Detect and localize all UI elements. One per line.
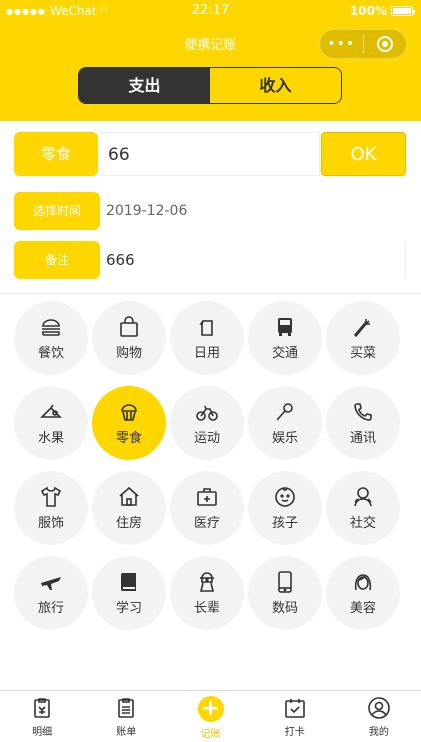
book-icon — [120, 573, 136, 591]
category-name: 零食 — [115, 431, 142, 446]
close-target-icon[interactable] — [363, 36, 406, 52]
battery-percent: 100% — [349, 4, 387, 18]
category-name: 旅行 — [37, 601, 64, 616]
details-icon — [34, 698, 50, 718]
category-item[interactable]: 学习 — [92, 556, 166, 630]
tab-income[interactable]: 收入 — [210, 68, 341, 103]
category-name: 水果 — [37, 431, 64, 446]
category-name: 长辈 — [193, 601, 220, 616]
tissue-icon — [199, 320, 213, 336]
category-item[interactable]: 社交 — [326, 471, 400, 545]
house-icon — [119, 486, 139, 506]
user-icon — [368, 697, 390, 719]
burger-icon — [42, 319, 60, 336]
category-item[interactable]: 水果 — [14, 386, 88, 460]
status-bar: ●●●●● WeChat ◠ 22:17 100% — [0, 0, 421, 22]
category-item[interactable]: 美容 — [326, 556, 400, 630]
category-label-button[interactable]: 零食 — [14, 132, 98, 176]
category-item[interactable]: 医疗 — [170, 471, 244, 545]
category-name: 买菜 — [349, 346, 376, 361]
microphone-icon — [276, 403, 293, 421]
category-item[interactable]: 数码 — [248, 556, 322, 630]
ok-button[interactable]: OK — [321, 132, 406, 176]
smartphone-icon — [278, 571, 292, 593]
nav-label: 明细 — [32, 727, 53, 738]
fruit-icon — [40, 404, 62, 418]
category-name: 餐饮 — [37, 346, 64, 361]
baby-icon — [275, 487, 295, 507]
nav-bill[interactable]: 账单 — [84, 691, 168, 742]
tab-expense[interactable]: 支出 — [79, 68, 210, 103]
category-item[interactable]: 旅行 — [14, 556, 88, 630]
category-name: 娱乐 — [271, 431, 298, 446]
nav-checkin[interactable]: 打卡 — [253, 691, 337, 742]
more-icon[interactable]: ••• — [320, 36, 363, 52]
nav-label: 记账 — [200, 729, 221, 740]
category-item[interactable]: 购物 — [92, 301, 166, 375]
elder-icon — [199, 572, 215, 592]
tshirt-icon — [40, 486, 62, 507]
category-item[interactable]: 餐饮 — [14, 301, 88, 375]
cupcake-icon — [121, 404, 137, 421]
nav-details[interactable]: 明细 — [0, 691, 84, 742]
category-name: 社交 — [349, 516, 376, 531]
note-label: 备注 — [14, 241, 100, 279]
airplane-icon — [41, 577, 61, 590]
divider — [0, 293, 421, 294]
nav-label: 账单 — [116, 727, 137, 738]
category-name: 孩子 — [271, 516, 298, 531]
shopping-bag-icon — [120, 316, 138, 337]
category-item[interactable]: 通讯 — [326, 386, 400, 460]
category-item-selected[interactable]: 零食 — [92, 386, 166, 460]
select-date-button[interactable]: 选择时间 — [14, 192, 100, 230]
battery-icon — [391, 6, 415, 16]
type-tabs: 支出 收入 — [78, 67, 342, 104]
category-name: 医疗 — [193, 516, 220, 531]
note-input[interactable]: 666 — [100, 241, 406, 279]
carrot-icon — [353, 319, 370, 338]
category-item[interactable]: 住房 — [92, 471, 166, 545]
category-item[interactable]: 交通 — [248, 301, 322, 375]
bus-icon — [278, 318, 292, 336]
nav-label: 打卡 — [284, 727, 305, 738]
bicycle-icon — [196, 405, 218, 421]
category-item[interactable]: 运动 — [170, 386, 244, 460]
category-name: 学习 — [115, 601, 142, 616]
medical-kit-icon — [197, 488, 217, 506]
category-name: 日用 — [193, 346, 220, 361]
phone-icon — [354, 403, 372, 421]
category-name: 住房 — [115, 516, 142, 531]
category-name: 购物 — [115, 346, 142, 361]
category-name: 数码 — [271, 601, 298, 616]
miniprogram-capsule: ••• — [319, 29, 407, 59]
category-name: 服饰 — [37, 516, 64, 531]
category-item[interactable]: 孩子 — [248, 471, 322, 545]
category-item[interactable]: 服饰 — [14, 471, 88, 545]
people-icon — [354, 487, 372, 507]
date-value[interactable]: 2019-12-06 — [106, 192, 187, 230]
category-item[interactable]: 长辈 — [170, 556, 244, 630]
plus-icon: + — [197, 696, 224, 722]
bottom-nav: 明细 账单 + 记账 打卡 我的 — [0, 690, 421, 742]
amount-input[interactable]: 66 — [98, 132, 320, 176]
bill-icon — [118, 698, 135, 718]
category-item[interactable]: 日用 — [170, 301, 244, 375]
category-name: 美容 — [349, 601, 376, 616]
category-item[interactable]: 娱乐 — [248, 386, 322, 460]
category-item[interactable]: 买菜 — [326, 301, 400, 375]
calendar-check-icon — [284, 699, 305, 718]
nav-record[interactable]: + 记账 — [168, 691, 252, 742]
woman-face-icon — [354, 574, 372, 591]
header: ●●●●● WeChat ◠ 22:17 100% 便携记账 ••• 支出 收入 — [0, 0, 421, 121]
nav-mine[interactable]: 我的 — [337, 691, 421, 742]
category-name: 通讯 — [349, 431, 376, 446]
category-name: 运动 — [193, 431, 220, 446]
category-name: 交通 — [271, 346, 298, 361]
nav-label: 我的 — [368, 727, 389, 738]
